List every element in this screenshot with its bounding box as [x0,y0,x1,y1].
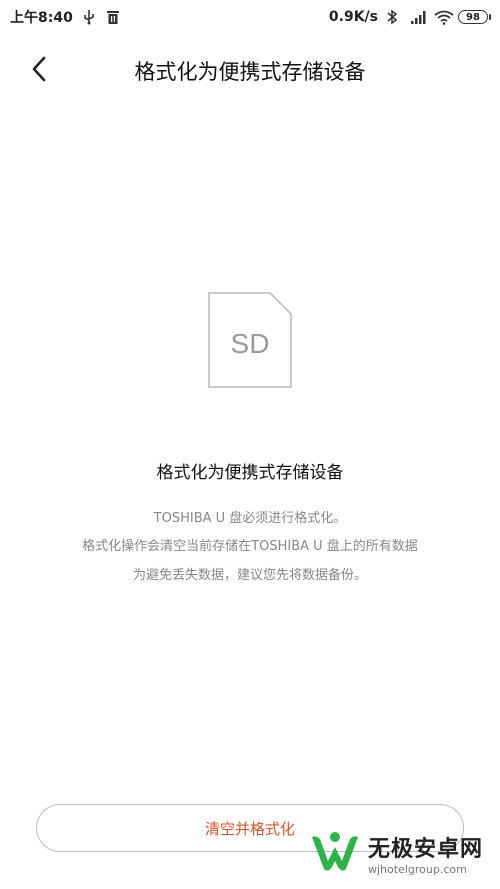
status-time: 上午8:40 [10,10,73,26]
description-line-1: TOSHIBA U 盘必须进行格式化。 [153,511,347,526]
usb-icon [81,9,97,25]
watermark-logo-icon [308,829,362,877]
watermark-url: wjhotelgroup.com [368,862,467,876]
sd-label: SD [230,328,270,359]
battery-level: 98 [466,11,480,23]
signal-icon [410,9,426,25]
sd-card-illustration: SD [208,292,292,388]
page-title: 格式化为便携式存储设备 [134,60,366,84]
battery-icon: 98 [458,10,491,24]
description-line-3: 为避免丢失数据，建议您先将数据备份。 [132,568,367,583]
content-title: 格式化为便携式存储设备 [156,463,344,483]
watermark-name: 无极安卓网 [368,836,484,862]
description-line-2: 格式化操作会清空当前存储在TOSHIBA U 盘上的所有数据 [82,539,418,554]
watermark: 无极安卓网 wjhotelgroup.com [308,820,498,886]
network-speed: 0.9K/s [328,9,378,25]
bluetooth-icon [386,9,402,25]
wifi-icon [434,9,454,25]
status-bar: 上午8:40 0.9K/s 98 [0,0,500,34]
header: 格式化为便携式存储设备 [0,44,500,98]
trash-icon [105,9,121,25]
